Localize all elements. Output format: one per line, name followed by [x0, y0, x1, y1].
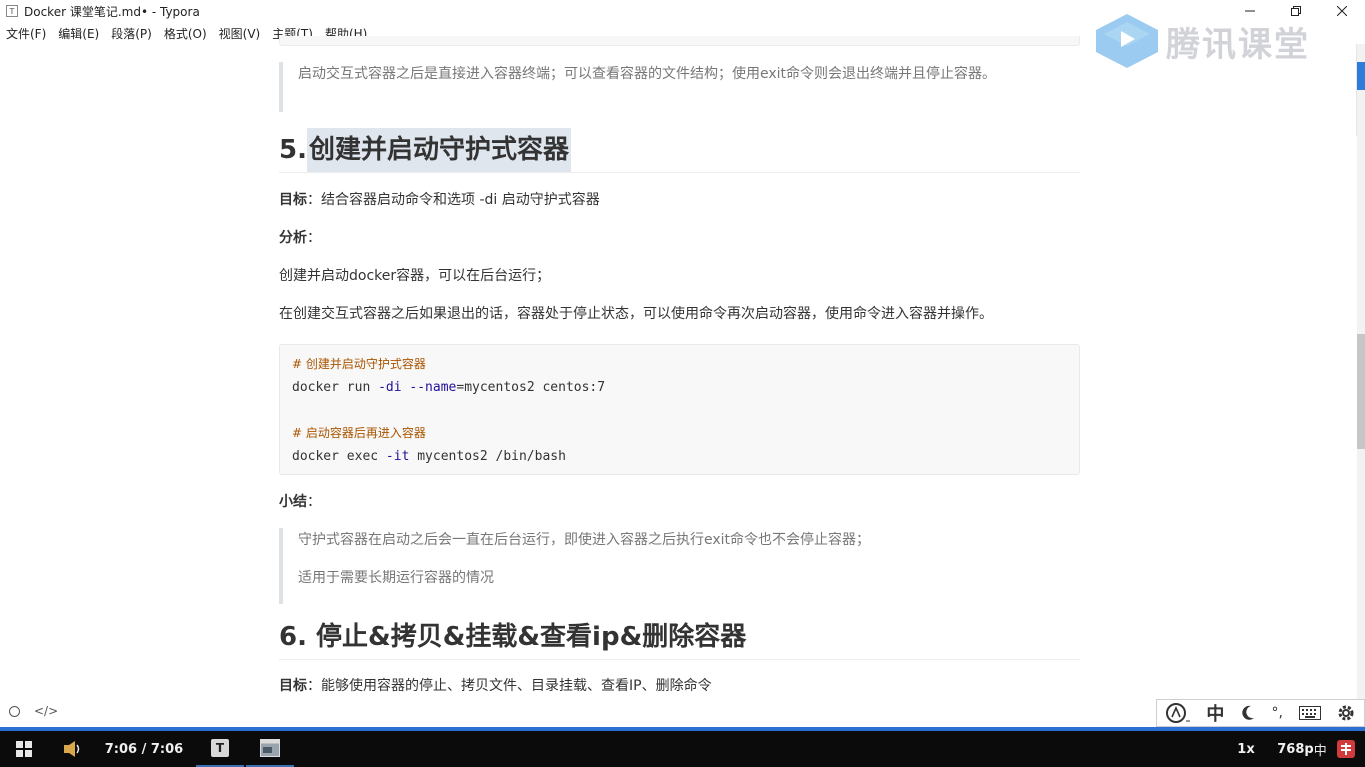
analysis-colon: ： [307, 230, 321, 246]
time-text: 7:06 / 7:06 [104, 741, 184, 757]
goal-label: 目标 [279, 192, 307, 208]
code-exec-args: mycentos2 /bin/bash [409, 449, 566, 464]
menu-edit[interactable]: 编辑(E) [52, 25, 105, 42]
taskbar: 7:06 / 7:06 T 1x 768p 中 [0, 731, 1365, 767]
playback-time: 7:06 / 7:06 [104, 731, 184, 767]
blockquote-text: 启动交互式容器之后是直接进入容器终端；可以查看容器的文件结构；使用exit命令则… [298, 66, 997, 82]
outline-toggle-tab[interactable] [1357, 62, 1365, 90]
paragraph-restart-explanation: 在创建交互式容器之后如果退出的话，容器处于停止状态，可以使用命令再次启动容器，使… [279, 306, 993, 322]
keyboard-icon [1298, 706, 1321, 720]
taskbar-typora[interactable]: T [196, 731, 244, 767]
blockquote-summary: 守护式容器在启动之后会一直在后台运行，即使进入容器之后执行exit命令也不会停止… [279, 528, 1080, 604]
taskbar-volume[interactable] [50, 731, 96, 767]
tencent-classroom-logo-icon [1096, 14, 1158, 68]
blockquote-interactive: 启动交互式容器之后是直接进入容器终端；可以查看容器的文件结构；使用exit命令则… [279, 62, 1080, 112]
ime-toolbar: 中 °, [1156, 699, 1365, 727]
moon-icon [1242, 705, 1254, 720]
menu-format[interactable]: 格式(O) [158, 25, 213, 42]
vertical-scrollbar[interactable] [1357, 44, 1365, 726]
goal2-text: ：能够使用容器的停止、拷贝文件、目录挂载、查看IP、删除命令 [307, 678, 712, 694]
start-button[interactable] [6, 731, 42, 767]
menu-paragraph[interactable]: 段落(P) [105, 25, 158, 42]
summary-line-1: 守护式容器在启动之后会一直在后台运行，即使进入容器之后执行exit命令也不会停止… [298, 532, 871, 548]
close-icon [1337, 6, 1347, 16]
tray-app[interactable] [1334, 731, 1358, 767]
summary-label: 小结 [279, 494, 307, 510]
close-button[interactable] [1319, 0, 1365, 22]
typora-task[interactable]: T [196, 731, 244, 767]
speed-text[interactable]: 1x [1237, 742, 1254, 757]
heading-5-number: 5. [279, 135, 307, 165]
code-line-docker-run: docker run -di --name=mycentos2 centos:7 [292, 376, 1067, 399]
code-comment-exec: # 启动容器后再进入容器 [292, 426, 426, 440]
lang-indicator[interactable]: 中 [1314, 740, 1327, 759]
code-docker-run: docker run [292, 380, 379, 395]
goal-text: ：结合容器启动命令和选项 -di 启动守护式容器 [307, 192, 600, 208]
window-app-icon [260, 739, 280, 757]
window-title: Docker 课堂笔记.md• - Typora [24, 4, 200, 19]
code-docker-exec: docker exec [292, 449, 386, 464]
code-option-name: --name [409, 380, 457, 395]
goal-paragraph: 目标：结合容器启动命令和选项 -di 启动守护式容器 [279, 188, 1080, 213]
goal2-label: 目标 [279, 678, 307, 694]
typora-app-icon: T [6, 5, 18, 17]
menu-file[interactable]: 文件(F) [0, 25, 52, 42]
goal2-paragraph: 目标：能够使用容器的停止、拷贝文件、目录挂载、查看IP、删除命令 [279, 674, 1080, 699]
ime-punctuation[interactable]: °, [1272, 705, 1283, 721]
taskbar-window-2[interactable] [246, 731, 294, 767]
ime-chinese-mode[interactable]: 中 [1206, 700, 1224, 726]
code-comment-create: # 创建并启动守护式容器 [292, 357, 426, 371]
scrollbar-thumb[interactable] [1357, 334, 1365, 449]
typora-taskbar-icon: T [211, 739, 229, 757]
paragraph-daemon-intro: 创建并启动docker容器，可以在后台运行； [279, 268, 551, 284]
tray-app-icon [1337, 740, 1355, 758]
analysis-paragraph: 分析： [279, 226, 1080, 251]
code-block-docker-commands[interactable]: # 创建并启动守护式容器 docker run -di --name=mycen… [279, 344, 1080, 475]
summary-line-2: 适用于需要长期运行容器的情况 [298, 570, 494, 586]
analysis-label: 分析 [279, 230, 307, 246]
window-task[interactable] [246, 731, 294, 767]
summary-paragraph: 小结： [279, 490, 1080, 515]
menu-view[interactable]: 视图(V) [213, 25, 267, 42]
source-code-mode-icon[interactable]: </> [34, 704, 58, 718]
speaker-icon [64, 741, 80, 757]
summary-colon: ： [307, 494, 321, 510]
resolution-text[interactable]: 768p [1277, 742, 1313, 757]
heading-6[interactable]: 6. 停止&拷贝&挂载&查看ip&删除容器 [279, 615, 1080, 660]
ime-logo-icon [1165, 703, 1190, 723]
gear-icon [1338, 705, 1354, 721]
tencent-classroom-watermark: 腾讯课堂 [1096, 14, 1310, 68]
code-line-docker-exec: docker exec -it mycentos2 /bin/bash [292, 445, 1067, 468]
heading-5-title-selected[interactable]: 创建并启动守护式容器 [306, 128, 571, 172]
windows-logo-icon [16, 741, 32, 757]
document-content: 启动交互式容器之后是直接进入容器终端；可以查看容器的文件结构；使用exit命令则… [279, 44, 1080, 699]
resolution-selector[interactable]: 768p 中 [1274, 731, 1330, 767]
heading-5[interactable]: 5. 创建并启动守护式容器 [279, 128, 1080, 173]
code-option-it: -it [385, 449, 410, 464]
watermark-text: 腾讯课堂 [1166, 24, 1310, 65]
playback-speed[interactable]: 1x [1232, 731, 1260, 767]
toggle-sidebar-icon[interactable] [9, 705, 20, 717]
code-option-di: -di [378, 380, 402, 395]
code-run-args: =mycentos2 centos:7 [456, 380, 606, 395]
editor-status-bar: </> [9, 704, 58, 718]
